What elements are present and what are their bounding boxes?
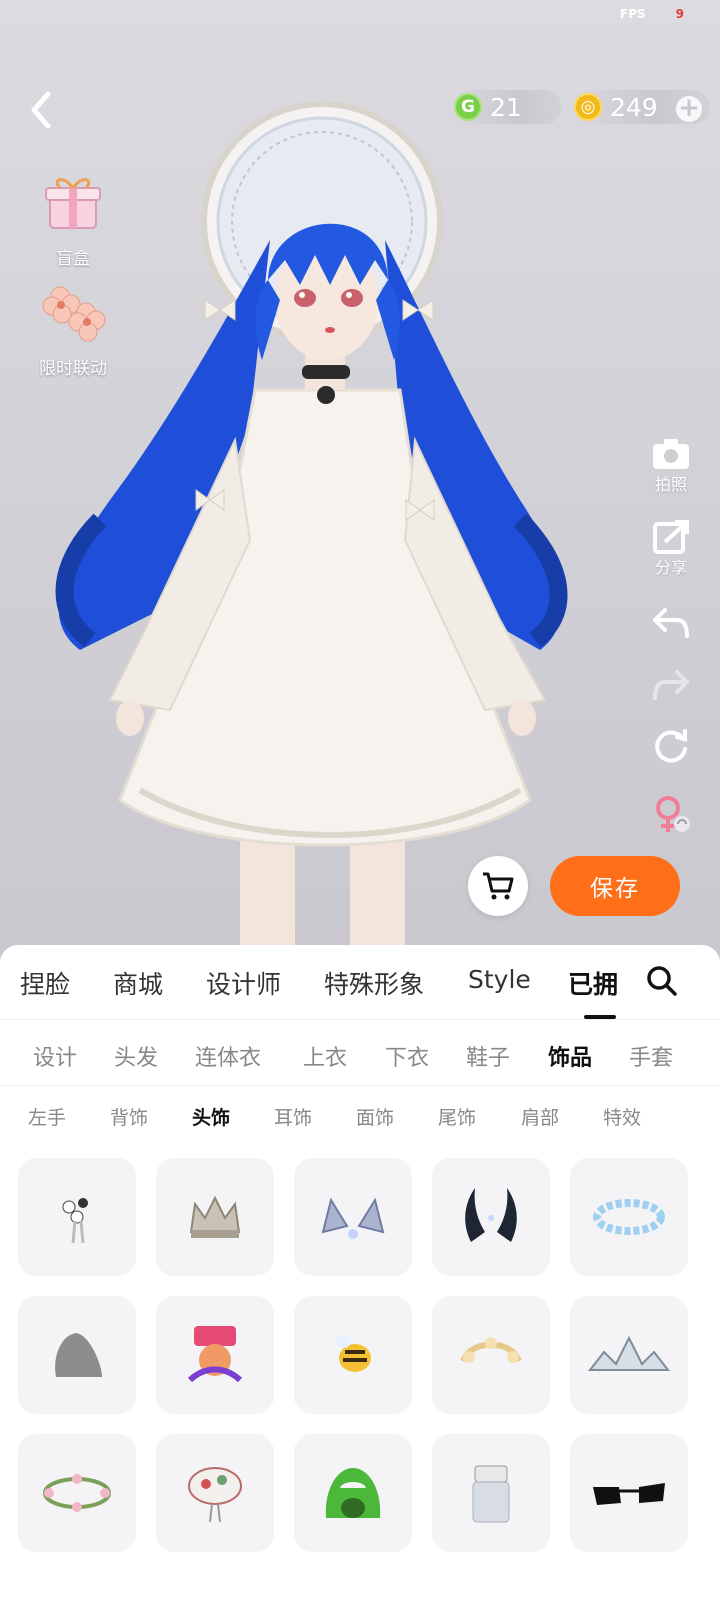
- subtab-top[interactable]: 上衣: [303, 1040, 347, 1072]
- blind-box-button[interactable]: 盲盒: [28, 168, 118, 269]
- category-effects[interactable]: 特效: [603, 1103, 641, 1130]
- category-head[interactable]: 头饰: [192, 1103, 230, 1130]
- tab-face[interactable]: 捏脸: [20, 965, 70, 1001]
- hat-icon: [55, 1333, 102, 1377]
- tab-owned[interactable]: 已拥: [568, 965, 618, 1001]
- dino-hood-icon: [325, 1468, 381, 1518]
- subtab-hair[interactable]: 头发: [114, 1040, 158, 1072]
- item-bee-hairclip[interactable]: [294, 1296, 412, 1414]
- bee-icon: [335, 1336, 371, 1372]
- cart-button[interactable]: [468, 856, 528, 916]
- item-visor[interactable]: [432, 1434, 550, 1552]
- gold-coin-amount: 249: [610, 92, 658, 122]
- item-grey-hat[interactable]: [18, 1296, 136, 1414]
- cart-icon: [483, 872, 514, 900]
- wreath-icon: [593, 1199, 665, 1235]
- tab-designer[interactable]: 设计师: [206, 965, 281, 1001]
- back-button[interactable]: [24, 90, 64, 130]
- divider: [0, 1085, 720, 1086]
- horns-icon: [465, 1188, 517, 1242]
- photo-label: 拍照: [654, 475, 687, 494]
- limited-collab-button[interactable]: 限时联动: [28, 278, 118, 379]
- item-pink-flower-wreath[interactable]: [18, 1434, 136, 1552]
- item-dark-horns[interactable]: [432, 1158, 550, 1276]
- flower-crown-icon: [460, 1337, 522, 1363]
- category-face[interactable]: 面饰: [356, 1103, 394, 1130]
- search-icon[interactable]: [646, 965, 678, 997]
- undo-icon: [653, 608, 689, 638]
- crown-icon: [189, 1195, 241, 1238]
- chevron-left-icon: [31, 91, 51, 129]
- item-green-dino-hood[interactable]: [294, 1434, 412, 1552]
- sunglasses-icon: [593, 1483, 665, 1505]
- tab-style[interactable]: Style: [468, 965, 531, 994]
- gold-coin-icon: ◎: [574, 93, 602, 121]
- item-floral-beret[interactable]: [156, 1434, 274, 1552]
- photo-button[interactable]: 拍照: [636, 437, 706, 495]
- undo-button[interactable]: [636, 604, 706, 640]
- subtab-accessories[interactable]: 饰品: [548, 1040, 592, 1072]
- subtab-shoes[interactable]: 鞋子: [466, 1040, 510, 1072]
- blind-box-label: 盲盒: [56, 249, 90, 269]
- subtab-bottom[interactable]: 下衣: [385, 1040, 429, 1072]
- item-black-sunglasses[interactable]: [570, 1434, 688, 1552]
- tiara-icon: [587, 1335, 671, 1371]
- camera-icon: [653, 439, 689, 469]
- save-button[interactable]: 保存: [550, 856, 680, 916]
- share-label: 分享: [654, 558, 687, 577]
- reset-icon: [655, 729, 687, 763]
- visor-icon: [472, 1465, 510, 1523]
- divider: [0, 1019, 720, 1020]
- tab-shop[interactable]: 商城: [113, 965, 163, 1001]
- gender-switch-button[interactable]: [636, 792, 706, 838]
- cat-ears-icon: [321, 1197, 385, 1239]
- avatar-character[interactable]: [0, 0, 720, 960]
- main-tabs: 捏脸 商城 设计师 特殊形象 Style 已拥: [0, 965, 720, 1015]
- subtab-onepiece[interactable]: 连体衣: [195, 1040, 261, 1072]
- item-blue-flower-wreath[interactable]: [570, 1158, 688, 1276]
- item-silver-tiara[interactable]: [570, 1296, 688, 1414]
- category-left-hand[interactable]: 左手: [28, 1103, 66, 1130]
- tab-special[interactable]: 特殊形象: [324, 965, 424, 1001]
- flower-wreath-icon: [43, 1474, 111, 1512]
- item-silver-crown[interactable]: [156, 1158, 274, 1276]
- robot-headband-icon: [187, 1326, 243, 1383]
- avatar-viewport[interactable]: FPS 9 G 21 ◎ 249 + 盲盒 限时联动 拍照 分享 保存: [0, 0, 720, 960]
- item-cat-ears[interactable]: [294, 1158, 412, 1276]
- g-coin-balance[interactable]: G 21: [452, 90, 562, 124]
- add-currency-button[interactable]: +: [676, 95, 702, 122]
- gift-box-icon: [45, 178, 101, 229]
- subtab-gloves[interactable]: 手套: [629, 1040, 673, 1072]
- category-shoulder[interactable]: 肩部: [521, 1103, 559, 1130]
- reset-button[interactable]: [636, 727, 706, 765]
- flower-icon: [42, 286, 106, 342]
- category-ear[interactable]: 耳饰: [274, 1103, 312, 1130]
- share-icon: [653, 520, 689, 554]
- share-button[interactable]: 分享: [636, 518, 706, 578]
- redo-button[interactable]: [636, 666, 706, 702]
- gender-switch-icon: [656, 796, 690, 832]
- category-back[interactable]: 背饰: [110, 1103, 148, 1130]
- redo-icon: [653, 670, 689, 700]
- beret-icon: [188, 1467, 242, 1523]
- item-flower-headpiece[interactable]: [18, 1158, 136, 1276]
- item-flower-crown[interactable]: [432, 1296, 550, 1414]
- g-coin-amount: 21: [490, 92, 522, 122]
- wardrobe-panel: 捏脸 商城 设计师 特殊形象 Style 已拥 设计 头发 连体衣 上衣 下衣 …: [0, 945, 720, 1600]
- item-233-robot-headband[interactable]: [156, 1296, 274, 1414]
- subtab-design[interactable]: 设计: [33, 1040, 77, 1072]
- flower-headpiece-icon: [62, 1198, 88, 1244]
- limited-collab-label: 限时联动: [39, 359, 107, 379]
- category-tail[interactable]: 尾饰: [438, 1103, 476, 1130]
- g-coin-icon: G: [454, 93, 482, 121]
